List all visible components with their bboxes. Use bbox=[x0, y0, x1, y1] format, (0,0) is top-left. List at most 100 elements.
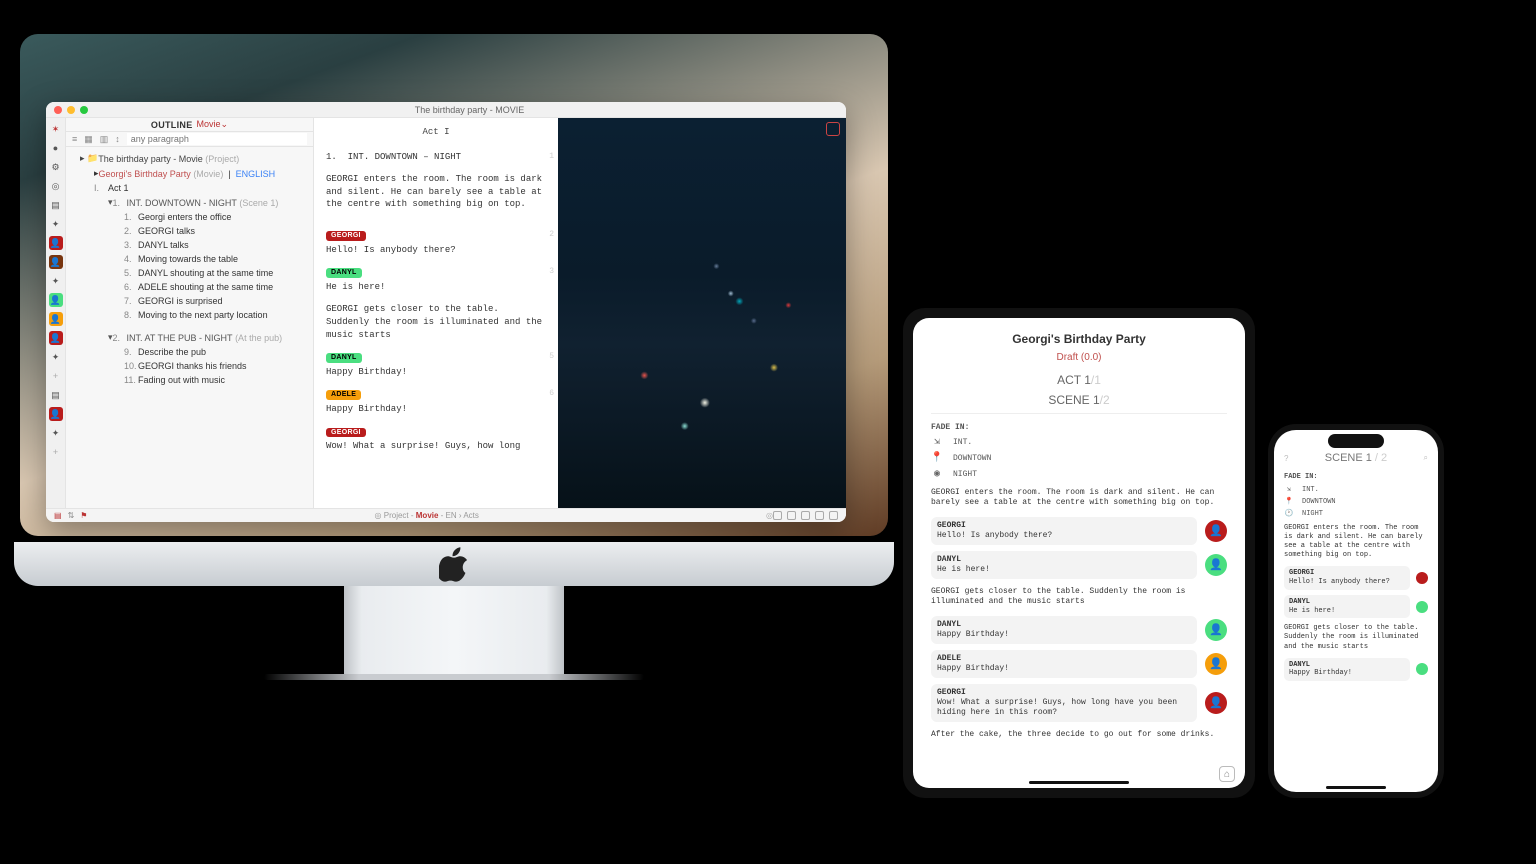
script-editor[interactable]: Act I 1. INT. DOWNTOWN – NIGHT1 GEORGI e… bbox=[314, 118, 558, 508]
window-titlebar: The birthday party - MOVIE bbox=[46, 102, 846, 118]
avatar-adele-icon[interactable]: 👤 bbox=[1205, 653, 1227, 675]
tool-view1-icon[interactable]: ▦ bbox=[84, 134, 93, 145]
avatar-danyl-icon[interactable]: 👤 bbox=[1205, 554, 1227, 576]
rail-georgi-icon[interactable]: 👤 bbox=[49, 236, 63, 250]
char-tag-adele: ADELE bbox=[326, 390, 361, 400]
close-icon[interactable] bbox=[54, 106, 62, 114]
rail-gear-icon[interactable]: ⚙ bbox=[49, 160, 63, 174]
iphone-device: ? SCENE 1 / 2 ⌕ FADE IN: ⇲INT. 📍DOWNTOWN… bbox=[1268, 424, 1444, 798]
rail-run3-icon[interactable]: ✦ bbox=[49, 350, 63, 364]
rail-run4-icon[interactable]: ✦ bbox=[49, 426, 63, 440]
rail-georgi2-icon[interactable]: 👤 bbox=[49, 331, 63, 345]
maximize-icon[interactable] bbox=[80, 106, 88, 114]
time-icon: ◉ bbox=[931, 470, 943, 480]
rail-georgi3-icon[interactable]: 👤 bbox=[49, 407, 63, 421]
outline-toolbar: ≡ ▦ ▥ ↕ bbox=[66, 132, 313, 147]
tool-sort-icon[interactable]: ↕ bbox=[115, 134, 120, 144]
rail-book2-icon[interactable]: ▤ bbox=[49, 388, 63, 402]
rail-book-icon[interactable]: ▤ bbox=[49, 198, 63, 212]
tree-scene-1[interactable]: ▾ 1.INT. DOWNTOWN - NIGHT (Scene 1) bbox=[66, 195, 313, 210]
search-input[interactable] bbox=[127, 133, 307, 145]
footer-arrows-icon[interactable]: ⇅ bbox=[68, 511, 75, 520]
home-button[interactable]: ⌂ bbox=[1219, 766, 1235, 782]
layout2-icon[interactable] bbox=[787, 511, 796, 520]
tree-row[interactable]: 11.Fading out with music bbox=[66, 373, 313, 387]
imac-stand bbox=[264, 674, 644, 680]
search-icon[interactable]: ⌕ bbox=[1424, 453, 1428, 463]
dialog-3: Happy Birthday! bbox=[326, 366, 546, 379]
avatar-georgi-icon[interactable]: 👤 bbox=[1205, 520, 1227, 542]
layout1-icon[interactable] bbox=[773, 511, 782, 520]
tool-view2-icon[interactable]: ▥ bbox=[100, 134, 109, 145]
ipad-dialog[interactable]: ADELEHappy Birthday! bbox=[931, 650, 1197, 678]
rail-adele-icon[interactable]: 👤 bbox=[49, 312, 63, 326]
avatar-danyl-icon[interactable]: 👤 bbox=[1205, 619, 1227, 641]
ipad-scene[interactable]: SCENE 1/2 bbox=[931, 393, 1227, 414]
tree-screenplay[interactable]: ▸ Georgi's Birthday Party (Movie) | ENGL… bbox=[66, 166, 313, 181]
ipad-draft[interactable]: Draft (0.0) bbox=[931, 352, 1227, 363]
tree-row[interactable]: 9.Describe the pub bbox=[66, 345, 313, 359]
home-indicator[interactable] bbox=[1029, 781, 1129, 784]
tree-row[interactable]: 2.GEORGI talks bbox=[66, 224, 313, 238]
tree-row[interactable]: 6.ADELE shouting at the same time bbox=[66, 280, 313, 294]
layout4-icon[interactable] bbox=[815, 511, 824, 520]
time-icon: 🕐 bbox=[1284, 511, 1294, 518]
ipad-dialog[interactable]: GEORGIWow! What a surprise! Guys, how lo… bbox=[931, 684, 1197, 722]
tree-row[interactable]: 3.DANYL talks bbox=[66, 238, 313, 252]
footer-flag-icon[interactable]: ⚑ bbox=[80, 511, 87, 520]
tree-scene-2[interactable]: ▾ 2.INT. AT THE PUB - NIGHT (At the pub) bbox=[66, 330, 313, 345]
imac-chin bbox=[14, 542, 894, 586]
imac-neck bbox=[344, 586, 564, 674]
rail-run-icon[interactable]: ✦ bbox=[49, 217, 63, 231]
rail-location-icon[interactable]: ◎ bbox=[49, 179, 63, 193]
rail-dark-icon[interactable]: 👤 bbox=[49, 255, 63, 269]
dialog-4: Happy Birthday! bbox=[326, 403, 546, 416]
tree-row[interactable]: 8.Moving to the next party location bbox=[66, 308, 313, 322]
avatar-danyl-icon[interactable] bbox=[1416, 601, 1428, 613]
iphone-dialog[interactable]: GEORGIHello! Is anybody there? bbox=[1284, 566, 1410, 590]
iphone-action-1: GEORGI enters the room. The room is dark… bbox=[1284, 524, 1428, 560]
iphone-scene[interactable]: SCENE 1 / 2 bbox=[1288, 452, 1423, 464]
footer-book-icon[interactable]: ▤ bbox=[54, 511, 62, 520]
slug-int: INT. bbox=[953, 439, 972, 447]
tree-row[interactable]: 4.Moving towards the table bbox=[66, 252, 313, 266]
ipad-dialog[interactable]: DANYLHappy Birthday! bbox=[931, 616, 1197, 644]
fade-in-label: FADE IN: bbox=[1284, 474, 1428, 481]
iphone-dialog[interactable]: DANYLHe is here! bbox=[1284, 595, 1410, 619]
home-indicator[interactable] bbox=[1326, 786, 1386, 789]
app-window: The birthday party - MOVIE ✶ ● ⚙ ◎ ▤ ✦ 👤… bbox=[46, 102, 846, 522]
ipad-act[interactable]: ACT 1/1 bbox=[931, 373, 1227, 387]
ipad-device: Georgi's Birthday Party Draft (0.0) ACT … bbox=[903, 308, 1255, 798]
char-tag-danyl2: DANYL bbox=[326, 353, 362, 363]
avatar-georgi-icon[interactable] bbox=[1416, 572, 1428, 584]
dialog-5: Wow! What a surprise! Guys, how long bbox=[326, 440, 546, 453]
rail-dot-icon[interactable]: ● bbox=[49, 141, 63, 155]
avatar-georgi-icon[interactable]: 👤 bbox=[1205, 692, 1227, 714]
tree-project[interactable]: ▸ 📁 The birthday party - Movie (Project) bbox=[66, 151, 313, 166]
tree-row[interactable]: 7.GEORGI is surprised bbox=[66, 294, 313, 308]
rail-add2-icon[interactable]: + bbox=[49, 445, 63, 459]
char-tag-danyl: DANYL bbox=[326, 268, 362, 278]
rail-add-icon[interactable]: + bbox=[49, 369, 63, 383]
tree-row[interactable]: 5.DANYL shouting at the same time bbox=[66, 266, 313, 280]
char-tag-georgi: GEORGI bbox=[326, 231, 366, 241]
tree-row[interactable]: 10.GEORGI thanks his friends bbox=[66, 359, 313, 373]
mode-label[interactable]: Movie⌄ bbox=[197, 119, 229, 130]
breadcrumb[interactable]: ◎ Project - Movie - EN › Acts ◎ bbox=[87, 511, 773, 520]
rail-danyl-icon[interactable]: 👤 bbox=[49, 293, 63, 307]
iphone-dialog[interactable]: DANYLHappy Birthday! bbox=[1284, 658, 1410, 682]
layout5-icon[interactable] bbox=[829, 511, 838, 520]
minimize-icon[interactable] bbox=[67, 106, 75, 114]
tree-row[interactable]: 1.Georgi enters the office bbox=[66, 210, 313, 224]
rail-bookmark-icon[interactable]: ✶ bbox=[49, 122, 63, 136]
tool-lines-icon[interactable]: ≡ bbox=[72, 134, 77, 144]
tree-act[interactable]: I.Act 1 bbox=[66, 181, 313, 195]
ipad-dialog[interactable]: DANYLHe is here! bbox=[931, 551, 1197, 579]
dialog-2: He is here! bbox=[326, 281, 546, 294]
avatar-danyl-icon[interactable] bbox=[1416, 663, 1428, 675]
rail-run2-icon[interactable]: ✦ bbox=[49, 274, 63, 288]
slugline: 1. INT. DOWNTOWN – NIGHT1 bbox=[326, 151, 546, 164]
ipad-dialog[interactable]: GEORGIHello! Is anybody there? bbox=[931, 517, 1197, 545]
layout3-icon[interactable] bbox=[801, 511, 810, 520]
collapse-right-icon[interactable] bbox=[826, 122, 840, 136]
